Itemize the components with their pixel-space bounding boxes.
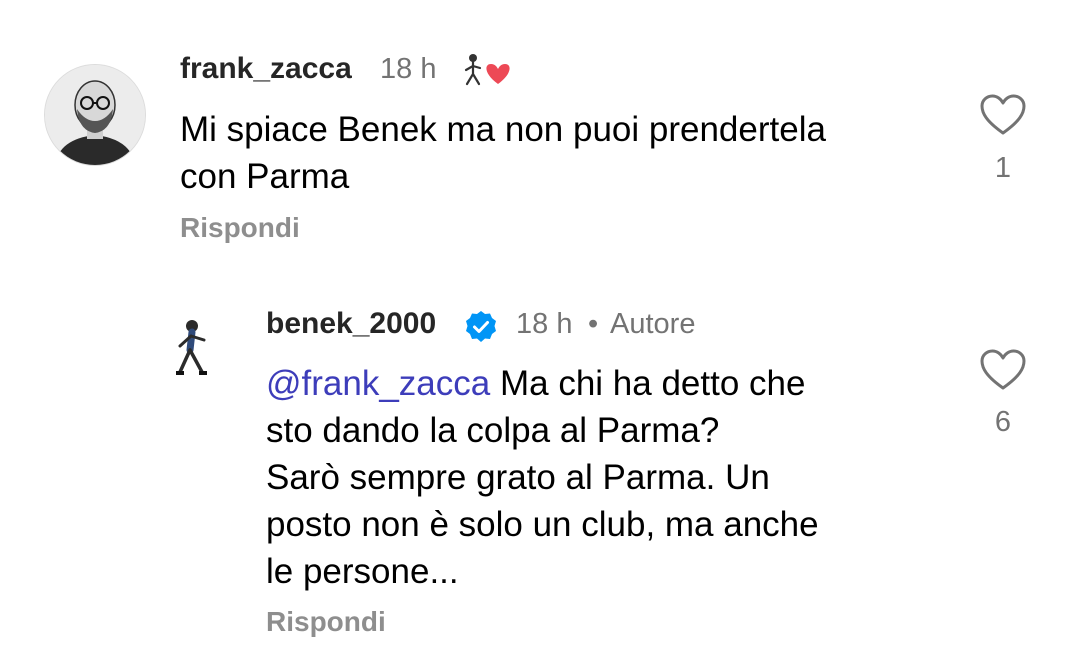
mention-link[interactable]: @frank_zacca bbox=[266, 364, 490, 403]
comment-text-line: con Parma bbox=[180, 157, 350, 196]
comment-timestamp: 18 h bbox=[516, 308, 573, 340]
reply-button[interactable]: Rispondi bbox=[266, 606, 386, 638]
comment-username[interactable]: frank_zacca bbox=[180, 52, 352, 86]
comment-text-line: le persone... bbox=[266, 552, 459, 591]
like-count: 1 bbox=[994, 152, 1012, 184]
comment-username[interactable]: benek_2000 bbox=[266, 307, 436, 341]
comment-timestamp: 18 h bbox=[380, 53, 437, 85]
verified-badge-icon bbox=[464, 310, 498, 344]
avatar[interactable] bbox=[44, 64, 146, 166]
avatar[interactable] bbox=[166, 316, 220, 378]
comment-text-segment: Ma chi ha detto che bbox=[490, 364, 806, 403]
comment-text-line: @frank_zacca Ma chi ha detto che bbox=[266, 360, 805, 407]
reply-button[interactable]: Rispondi bbox=[180, 212, 300, 244]
liked-by-author-heart-icon bbox=[460, 52, 512, 88]
author-label: Autore bbox=[610, 308, 696, 340]
user-avatar-footballer-icon bbox=[176, 320, 207, 375]
comment-text-line: posto non è solo un club, ma anche bbox=[266, 505, 819, 544]
like-heart-icon[interactable] bbox=[980, 94, 1026, 136]
like-count: 6 bbox=[994, 406, 1012, 438]
meta-separator: • bbox=[588, 308, 599, 340]
comment-text-line: Mi spiace Benek ma non puoi prendertela bbox=[180, 110, 826, 149]
user-avatar-icon bbox=[45, 65, 145, 165]
like-heart-icon[interactable] bbox=[980, 349, 1026, 391]
comment-text-line: Sarò sempre grato al Parma. Un bbox=[266, 458, 770, 497]
comment-text-line: sto dando la colpa al Parma? bbox=[266, 411, 720, 450]
